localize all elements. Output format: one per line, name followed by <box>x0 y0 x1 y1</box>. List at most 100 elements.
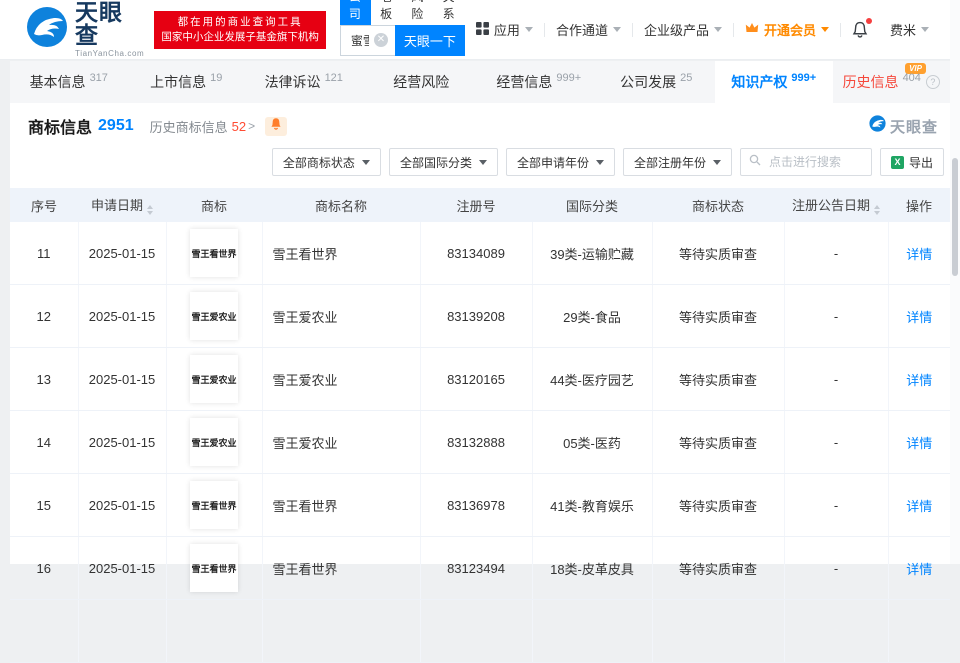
cell-mark-name: 雪王看世界 <box>262 536 421 600</box>
trademark-image-text: 雪王看世界 <box>191 500 237 511</box>
col-header-no: 序号 <box>10 188 78 222</box>
filter-apply-year[interactable]: 全部申请年份 <box>505 148 615 176</box>
section-title: 商标信息 <box>28 120 93 137</box>
cell-apply-date: 2025-01-15 <box>78 410 167 474</box>
cell-status: 等待实质审查 <box>652 347 785 411</box>
trademark-image[interactable]: 雪王看世界 <box>190 481 238 529</box>
promo-line1: 都在用的商业查询工具 <box>177 15 303 28</box>
tab-label: 上市信息 <box>150 74 207 90</box>
watermark-text: 天眼查 <box>889 118 938 136</box>
history-trademark-link[interactable]: 历史商标信息 52 > <box>150 117 256 136</box>
sort-icon[interactable] <box>874 205 880 215</box>
chevron-down-icon <box>361 159 370 165</box>
menu-apps[interactable]: 应用 <box>465 20 544 39</box>
notifications-button[interactable] <box>841 18 879 38</box>
cell-no: 12 <box>10 284 79 348</box>
col-header-mark-name: 商标名称 <box>262 188 420 222</box>
cell-mark-name: 雪王爱农业 <box>262 410 421 474</box>
chevron-down-icon <box>921 27 929 32</box>
tab-history-info[interactable]: VIP 历史信息 404 ? <box>833 61 951 103</box>
detail-link[interactable]: 详情 <box>906 499 932 514</box>
search-button[interactable]: 天眼一下 <box>394 24 465 56</box>
cell-action: 详情 <box>888 410 950 474</box>
trademark-image[interactable]: 雪王看世界 <box>190 544 238 592</box>
detail-link[interactable]: 详情 <box>906 373 932 388</box>
search-icon <box>749 153 761 171</box>
cell-status: 等待实质审查 <box>652 536 785 600</box>
user-menu[interactable]: 费米 <box>879 20 940 39</box>
cell-mark: 雪王看世界 <box>166 222 263 285</box>
menu-vip[interactable]: 开通会员 <box>734 20 840 39</box>
cell-intl-class: 44类-医疗园艺 <box>532 347 653 411</box>
cell-intl-class: 18类-皮革皮具 <box>532 536 653 600</box>
filter-label: 全部国际分类 <box>399 155 472 170</box>
tab-listing-info[interactable]: 上市信息 19 <box>128 61 246 103</box>
cell-status: 等待实质审查 <box>652 410 785 474</box>
detail-link[interactable]: 详情 <box>906 436 932 451</box>
export-button[interactable]: X 导出 <box>879 148 944 176</box>
sort-icon[interactable] <box>147 205 153 215</box>
cell-intl-class: 39类-运输贮藏 <box>532 222 653 285</box>
section-count: 2951 <box>98 117 134 134</box>
tab-label: 法律诉讼 <box>264 74 321 90</box>
filter-trademark-status[interactable]: 全部商标状态 <box>271 148 381 176</box>
menu-partner[interactable]: 合作通道 <box>545 20 632 39</box>
cell-announce-date: - <box>784 222 889 285</box>
trademark-image[interactable]: 雪王爱农业 <box>190 418 238 466</box>
search-tab-company[interactable]: 查公司 <box>339 0 372 25</box>
search-tab-risk[interactable]: 查风险 <box>402 0 433 25</box>
filter-intl-class[interactable]: 全部国际分类 <box>388 148 498 176</box>
col-header-apply-date[interactable]: 申请日期 <box>78 188 166 222</box>
search-tab-boss[interactable]: 查老板 <box>371 0 402 25</box>
tab-company-development[interactable]: 公司发展 25 <box>598 61 716 103</box>
trademark-image[interactable]: 雪王爱农业 <box>190 355 238 403</box>
tab-count: 317 <box>89 72 108 84</box>
col-header-intl-class: 国际分类 <box>532 188 652 222</box>
table-search-input[interactable] <box>766 154 863 170</box>
menu-enterprise-label: 企业级产品 <box>643 23 709 38</box>
crown-icon <box>745 22 759 37</box>
menu-partner-label: 合作通道 <box>555 23 608 38</box>
chevron-down-icon <box>612 27 621 32</box>
detail-link[interactable]: 详情 <box>906 310 932 325</box>
promo-badge: 都在用的商业查询工具 国家中小企业发展子基金旗下机构 <box>154 10 326 49</box>
tab-basic-info[interactable]: 基本信息 317 <box>10 61 128 103</box>
trademark-image[interactable]: 雪王爱农业 <box>190 292 238 340</box>
cell-mark-name: 雪王看世界 <box>262 222 421 285</box>
trademark-image-text: 雪王看世界 <box>191 248 237 259</box>
menu-enterprise[interactable]: 企业级产品 <box>633 20 733 39</box>
chevron-down-icon <box>713 27 722 32</box>
cell-mark-name: 雪王爱农业 <box>262 347 421 411</box>
cell-announce-date: - <box>784 473 889 537</box>
scrollbar-thumb[interactable] <box>952 158 958 276</box>
tab-label: 公司发展 <box>620 74 677 90</box>
subscribe-bell-button[interactable] <box>265 116 288 136</box>
trademark-image[interactable]: 雪王看世界 <box>190 229 238 277</box>
cell-no: 15 <box>10 473 79 537</box>
tab-intellectual-property[interactable]: 知识产权 999+ <box>715 61 833 103</box>
search-tab-relation[interactable]: 查关系 <box>434 0 465 25</box>
trademark-image-text: 雪王爱农业 <box>191 311 237 322</box>
table-row-partial <box>10 599 950 663</box>
tab-legal-litigation[interactable]: 法律诉讼 121 <box>245 61 363 103</box>
tab-operation-risk[interactable]: 经营风险 <box>363 61 481 103</box>
detail-link[interactable]: 详情 <box>906 247 932 262</box>
table-row: 12 2025-01-15 雪王爱农业 雪王爱农业 83139208 29类-食… <box>10 284 950 348</box>
help-icon[interactable]: ? <box>925 75 940 89</box>
scrollbar[interactable] <box>950 0 960 564</box>
table-row: 16 2025-01-15 雪王看世界 雪王看世界 83123494 18类-皮… <box>10 536 950 600</box>
tab-operation-info[interactable]: 经营信息 999+ <box>480 61 598 103</box>
cell-apply-date: 2025-01-15 <box>78 284 167 348</box>
cell-no: 11 <box>10 222 79 285</box>
col-header-announce-date[interactable]: 注册公告日期 <box>784 188 888 222</box>
cell-no: 13 <box>10 347 79 411</box>
cell-action: 详情 <box>888 284 950 348</box>
tianyancha-logo[interactable]: 天眼查 TianYanCha.com <box>26 1 144 58</box>
cell-no: 14 <box>10 410 79 474</box>
col-header-reg-no: 注册号 <box>420 188 532 222</box>
history-label: 历史商标信息 <box>149 119 228 135</box>
tianyancha-watermark: 天眼查 <box>869 115 938 137</box>
clear-input-icon[interactable]: ✕ <box>373 33 388 47</box>
filter-register-year[interactable]: 全部注册年份 <box>622 148 732 176</box>
table-search-box[interactable] <box>739 148 872 176</box>
